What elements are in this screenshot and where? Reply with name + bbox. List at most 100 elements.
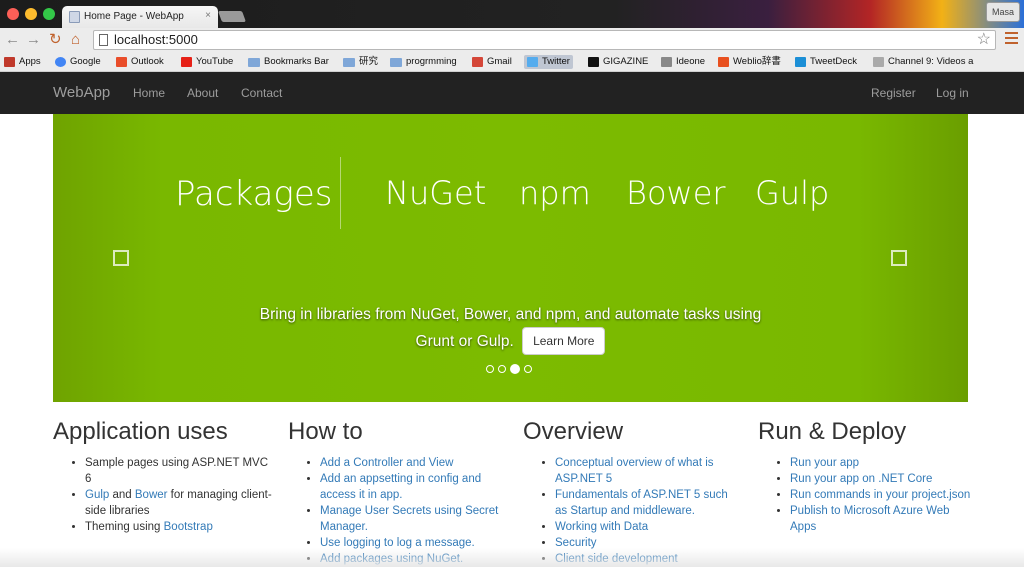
- column-title: Overview: [523, 418, 624, 445]
- brand-link[interactable]: WebApp: [53, 84, 110, 101]
- carousel-caption-text: Grunt or Gulp.: [415, 333, 514, 350]
- list-link[interactable]: Add an appsetting in config and access i…: [320, 473, 481, 501]
- login-link[interactable]: Log in: [936, 86, 969, 100]
- list-link[interactable]: Run your app: [790, 457, 859, 469]
- list-link[interactable]: Run your app on .NET Core: [790, 473, 932, 485]
- carousel-item: Bower: [626, 174, 726, 212]
- list-item: Add an appsetting in config and access i…: [320, 471, 508, 503]
- browser-tab[interactable]: Home Page - WebApp ×: [62, 6, 218, 28]
- list-link[interactable]: Gulp: [85, 489, 109, 501]
- carousel-indicator-dot[interactable]: [524, 365, 532, 373]
- list-link[interactable]: Manage User Secrets using Secret Manager…: [320, 505, 498, 533]
- minimize-window-button[interactable]: [25, 8, 37, 20]
- list-link[interactable]: Conceptual overview of what is ASP.NET 5: [555, 457, 714, 485]
- list-link[interactable]: Working with Data: [555, 521, 648, 533]
- reload-icon[interactable]: ↻: [49, 30, 62, 50]
- column-list: Run your app Run your app on .NET Core Run…: [758, 455, 978, 535]
- learn-more-button[interactable]: Learn More: [522, 327, 606, 355]
- apps-icon: [4, 57, 15, 67]
- bookmark-label: TweetDeck: [810, 56, 857, 67]
- nav-about-link[interactable]: About: [187, 86, 218, 100]
- browser-menu-icon[interactable]: [1005, 32, 1018, 46]
- bookmark-label: Outlook: [131, 56, 164, 67]
- url-text: localhost:5000: [114, 32, 198, 47]
- bookmark-outlook[interactable]: Outlook: [116, 55, 164, 69]
- bookmark-weblio[interactable]: Weblio辞書: [718, 55, 781, 69]
- list-item: Add a Controller and View: [320, 455, 508, 471]
- maximize-window-button[interactable]: [43, 8, 55, 20]
- folder-icon: [248, 57, 260, 67]
- list-link[interactable]: Add a Controller and View: [320, 457, 453, 469]
- folder-icon: [390, 57, 402, 67]
- list-link[interactable]: Run commands in your project.json: [790, 489, 970, 501]
- bookmark-star-icon[interactable]: ☆: [977, 29, 991, 49]
- info-column: Run & Deploy Run your app Run your app on …: [758, 418, 978, 535]
- channel9-icon: [873, 57, 884, 67]
- gmail-icon: [472, 57, 483, 67]
- tab-close-icon[interactable]: ×: [205, 10, 211, 21]
- carousel-item: Gulp: [755, 174, 830, 212]
- bookmark-label: Gmail: [487, 56, 512, 67]
- carousel-item: npm: [519, 174, 591, 212]
- carousel-prev-icon[interactable]: [113, 250, 129, 266]
- bookmark-google[interactable]: Google: [55, 55, 101, 69]
- list-item: Manage User Secrets using Secret Manager…: [320, 503, 508, 535]
- bookmark-bookmarks-bar[interactable]: Bookmarks Bar: [248, 55, 329, 69]
- carousel-indicator-dot[interactable]: [486, 365, 494, 373]
- list-item: Theming using Bootstrap: [85, 519, 273, 535]
- list-item: Working with Data: [555, 519, 743, 535]
- list-item: Publish to Microsoft Azure Web Apps: [790, 503, 978, 535]
- bookmark-apps[interactable]: Apps: [4, 55, 41, 69]
- bookmark-gigazine[interactable]: GIGAZINE: [588, 55, 648, 69]
- nav-home-link[interactable]: Home: [133, 86, 165, 100]
- back-arrow-icon[interactable]: ←: [5, 30, 20, 50]
- tweetdeck-icon: [795, 57, 806, 67]
- bookmark-label: 研究: [359, 56, 379, 67]
- register-link[interactable]: Register: [871, 86, 916, 100]
- new-tab-button[interactable]: [217, 11, 247, 22]
- bookmark-ideone[interactable]: Ideone: [661, 55, 705, 69]
- forward-arrow-icon[interactable]: →: [26, 30, 41, 50]
- carousel-indicator-dot[interactable]: [510, 364, 520, 374]
- close-window-button[interactable]: [7, 8, 19, 20]
- info-column: How to Add a Controller and View Add an ap…: [288, 418, 508, 567]
- site-navbar: WebApp Home About Contact Register Log i…: [0, 72, 1024, 114]
- bookmark-progrmming[interactable]: progrmming: [390, 55, 457, 69]
- list-link[interactable]: Bootstrap: [164, 521, 213, 533]
- list-item: Run your app: [790, 455, 978, 471]
- google-icon: [55, 57, 66, 67]
- list-link[interactable]: Bower: [135, 489, 168, 501]
- carousel-indicator-dot[interactable]: [498, 365, 506, 373]
- bookmark-label: YouTube: [196, 56, 234, 67]
- page-icon: [99, 34, 108, 46]
- list-link[interactable]: Fundamentals of ASP.NET 5 such as Startu…: [555, 489, 728, 517]
- bookmark-gmail[interactable]: Gmail: [472, 55, 512, 69]
- list-item: Sample pages using ASP.NET MVC 6: [85, 455, 273, 487]
- bookmark-tweetdeck[interactable]: TweetDeck: [795, 55, 857, 69]
- bookmark-[interactable]: 研究: [343, 55, 378, 69]
- nav-contact-link[interactable]: Contact: [241, 86, 282, 100]
- folder-icon: [343, 57, 355, 67]
- column-list: Sample pages using ASP.NET MVC 6 Gulp and…: [53, 455, 273, 535]
- gigazine-icon: [588, 57, 599, 67]
- profile-button[interactable]: Masa: [986, 2, 1020, 22]
- column-title: Application uses: [53, 418, 228, 445]
- carousel: Packages NuGet npm Bower Gulp Bring in l…: [53, 114, 968, 402]
- scroll-fade: [0, 548, 1024, 567]
- list-text: Sample pages using ASP.NET MVC 6: [85, 457, 269, 485]
- address-bar[interactable]: localhost:5000 ☆: [93, 30, 996, 50]
- list-text: and: [109, 489, 135, 501]
- bookmark-label: Twitter: [542, 56, 570, 67]
- bookmark-channel-9-videos-a[interactable]: Channel 9: Videos a: [873, 55, 973, 69]
- home-icon[interactable]: ⌂: [71, 30, 80, 50]
- bookmark-label: Apps: [19, 56, 41, 67]
- bookmark-youtube[interactable]: YouTube: [181, 55, 233, 69]
- bookmark-label: Channel 9: Videos a: [888, 56, 974, 67]
- list-link[interactable]: Publish to Microsoft Azure Web Apps: [790, 505, 950, 533]
- carousel-heading: Packages: [175, 174, 333, 214]
- youtube-icon: [181, 57, 192, 67]
- carousel-caption-line1: Bring in libraries from NuGet, Bower, an…: [259, 306, 762, 323]
- carousel-next-icon[interactable]: [891, 250, 907, 266]
- list-item: Run commands in your project.json: [790, 487, 978, 503]
- bookmark-twitter[interactable]: Twitter: [524, 55, 573, 69]
